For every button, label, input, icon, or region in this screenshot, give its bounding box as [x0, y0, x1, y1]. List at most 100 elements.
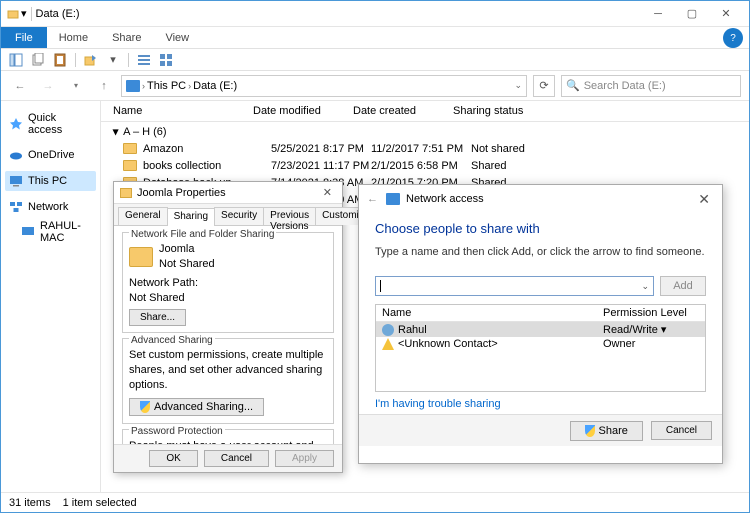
- cancel-button[interactable]: Cancel: [204, 450, 269, 467]
- apply-button[interactable]: Apply: [275, 450, 334, 467]
- chevron-right-icon[interactable]: ›: [188, 81, 191, 91]
- breadcrumb-seg[interactable]: This PC: [147, 80, 186, 92]
- btn-label: Advanced Sharing...: [154, 401, 253, 413]
- nav-label: Network: [28, 201, 68, 213]
- folder-icon: [129, 247, 153, 267]
- table-row[interactable]: Amazon5/25/2021 8:17 PM11/2/2017 7:51 PM…: [101, 140, 749, 157]
- shield-icon: [585, 425, 595, 437]
- status-bar: 31 items 1 item selected: [1, 492, 749, 512]
- help-icon[interactable]: ?: [723, 28, 743, 48]
- add-button[interactable]: Add: [660, 276, 706, 296]
- refresh-button[interactable]: ⟳: [533, 75, 555, 97]
- breadcrumb[interactable]: › This PC › Data (E:) ⌄: [121, 75, 527, 97]
- nav-quick-access[interactable]: Quick access: [5, 109, 96, 139]
- view-large-icon[interactable]: [157, 51, 175, 69]
- person-permission[interactable]: Owner: [603, 338, 699, 350]
- cancel-button[interactable]: Cancel: [651, 421, 712, 440]
- ok-button[interactable]: OK: [149, 450, 197, 467]
- tab-general[interactable]: General: [118, 207, 168, 225]
- add-row: ⌄ Add: [375, 276, 706, 296]
- item-count: 31 items: [9, 497, 51, 509]
- breadcrumb-seg[interactable]: Data (E:): [193, 80, 237, 92]
- tab-sharing[interactable]: Sharing: [167, 208, 215, 226]
- user-icon: [382, 324, 394, 336]
- netaccess-footer: Share Cancel: [359, 414, 722, 446]
- share-state: Not Shared: [159, 257, 215, 272]
- people-row[interactable]: <Unknown Contact>Owner: [376, 337, 705, 351]
- close-button[interactable]: ✕: [709, 3, 743, 25]
- window-title: Data (E:): [36, 8, 641, 20]
- up-button[interactable]: ↑: [93, 75, 115, 97]
- address-bar: ← → ▾ ↑ › This PC › Data (E:) ⌄ ⟳ 🔍 Sear…: [1, 71, 749, 101]
- folder-icon: [123, 143, 137, 154]
- chevron-right-icon[interactable]: ›: [142, 81, 145, 91]
- people-row[interactable]: RahulRead/Write ▾: [376, 322, 705, 337]
- search-input[interactable]: 🔍 Search Data (E:): [561, 75, 741, 97]
- chevron-down-icon[interactable]: ⌄: [641, 281, 649, 292]
- trouble-sharing-link[interactable]: I'm having trouble sharing: [375, 398, 501, 410]
- recent-dropdown[interactable]: ▾: [65, 75, 87, 97]
- nav-label: Quick access: [28, 112, 92, 136]
- col-created[interactable]: Date created: [353, 105, 453, 117]
- cell-modified: 5/25/2021 8:17 PM: [271, 143, 371, 155]
- share-button[interactable]: Share: [570, 421, 643, 441]
- share-button[interactable]: Share...: [129, 309, 186, 326]
- group-legend: Network File and Folder Sharing: [129, 229, 276, 240]
- qat-dropdown-icon[interactable]: ▾: [21, 7, 27, 20]
- file-tab[interactable]: File: [1, 27, 47, 48]
- password-protection-group: Password Protection People must have a u…: [122, 429, 334, 444]
- ribbon: File Home Share View ?: [1, 27, 749, 49]
- properties-body: Network File and Folder Sharing Joomla N…: [114, 226, 342, 444]
- group-header[interactable]: ▶A – H (6): [101, 122, 749, 140]
- nav-label: OneDrive: [28, 149, 74, 161]
- ribbon-tab-home[interactable]: Home: [47, 27, 100, 48]
- col-sharing[interactable]: Sharing status: [453, 105, 533, 117]
- maximize-button[interactable]: ▢: [675, 3, 709, 25]
- move-to-icon[interactable]: [82, 51, 100, 69]
- copy-icon[interactable]: [29, 51, 47, 69]
- ribbon-tab-share[interactable]: Share: [100, 27, 153, 48]
- nav-this-pc[interactable]: This PC: [5, 171, 96, 191]
- chevron-down-icon[interactable]: ⌄: [514, 80, 522, 91]
- properties-titlebar: Joomla Properties ✕: [114, 182, 342, 204]
- group-legend: Password Protection: [129, 426, 225, 437]
- cell-created: 11/2/2017 7:51 PM: [371, 143, 471, 155]
- column-headers[interactable]: Name Date modified Date created Sharing …: [101, 101, 749, 122]
- group-label: A – H (6): [123, 126, 166, 138]
- tab-security[interactable]: Security: [214, 207, 264, 225]
- netaccess-hint: Type a name and then click Add, or click…: [375, 246, 706, 258]
- search-icon: 🔍: [566, 79, 580, 92]
- netaccess-title: Network access: [406, 193, 484, 205]
- nav-pane-icon[interactable]: [7, 51, 25, 69]
- back-button[interactable]: ←: [367, 193, 378, 205]
- tab-previous-versions[interactable]: Previous Versions: [263, 207, 316, 225]
- col-modified[interactable]: Date modified: [253, 105, 353, 117]
- advanced-sharing-button[interactable]: Advanced Sharing...: [129, 398, 264, 416]
- properties-footer: OK Cancel Apply: [114, 444, 342, 472]
- network-icon: [9, 200, 23, 214]
- paste-icon[interactable]: [51, 51, 69, 69]
- selected-count: 1 item selected: [63, 497, 137, 509]
- name-combobox[interactable]: ⌄: [375, 276, 654, 296]
- back-button[interactable]: ←: [9, 75, 31, 97]
- minimize-button[interactable]: ─: [641, 3, 675, 25]
- pc-icon: [126, 80, 140, 92]
- star-icon: [9, 117, 23, 131]
- text-cursor: [380, 280, 381, 292]
- col-name[interactable]: Name: [113, 105, 253, 117]
- nav-onedrive[interactable]: OneDrive: [5, 145, 96, 165]
- cell-name: Amazon: [143, 143, 271, 155]
- person-permission[interactable]: Read/Write ▾: [603, 323, 699, 336]
- pc-icon: [21, 225, 35, 239]
- view-details-icon[interactable]: [135, 51, 153, 69]
- forward-button[interactable]: →: [37, 75, 59, 97]
- table-row[interactable]: books collection7/23/2021 11:17 PM2/1/20…: [101, 157, 749, 174]
- nav-network[interactable]: Network: [5, 197, 96, 217]
- dropdown-icon[interactable]: ▾: [104, 51, 122, 69]
- close-button[interactable]: ✕: [319, 186, 336, 199]
- nav-label: This PC: [28, 175, 67, 187]
- nav-rahul-mac[interactable]: RAHUL-MAC: [5, 217, 96, 247]
- ribbon-tab-view[interactable]: View: [153, 27, 201, 48]
- close-button[interactable]: ✕: [694, 191, 714, 208]
- pc-icon: [9, 174, 23, 188]
